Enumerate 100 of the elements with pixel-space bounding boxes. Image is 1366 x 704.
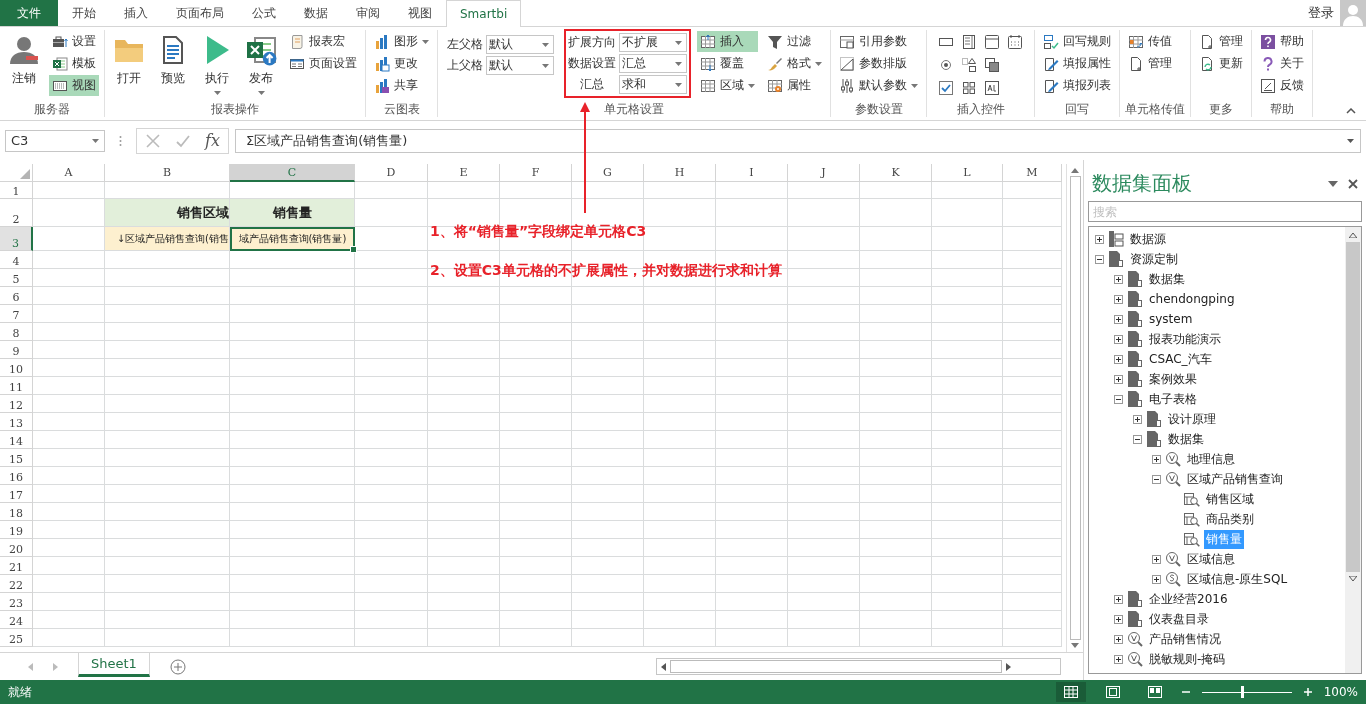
grid-cell[interactable] xyxy=(644,503,716,521)
grid-cell[interactable] xyxy=(428,431,500,449)
tree-item[interactable]: 资源定制 xyxy=(1128,249,1180,269)
grid-cell[interactable] xyxy=(355,449,428,467)
grid-cell[interactable] xyxy=(428,449,500,467)
grid-cell[interactable] xyxy=(230,395,355,413)
grid-cell[interactable] xyxy=(33,467,105,485)
ribbon-button[interactable]: 设置 xyxy=(49,31,99,52)
grid-cell[interactable] xyxy=(716,485,788,503)
grid-cell[interactable] xyxy=(572,539,644,557)
grid-cell[interactable] xyxy=(105,431,230,449)
grid-cell[interactable] xyxy=(932,575,1003,593)
grid-cell[interactable] xyxy=(105,503,230,521)
ribbon-button[interactable]: 引用参数 xyxy=(836,31,921,52)
grid-cell[interactable] xyxy=(428,503,500,521)
grid-cell[interactable] xyxy=(1003,503,1062,521)
grid-cell[interactable] xyxy=(788,629,860,647)
grid-cell[interactable] xyxy=(230,413,355,431)
ribbon-button[interactable]: 默认参数 xyxy=(836,75,921,96)
grid-cell[interactable] xyxy=(932,199,1003,227)
up-arrow-icon[interactable] xyxy=(1071,168,1079,173)
grid-cell[interactable] xyxy=(230,431,355,449)
grid-cell[interactable] xyxy=(105,395,230,413)
expander-icon[interactable] xyxy=(1133,434,1142,444)
grid-cell[interactable] xyxy=(355,539,428,557)
grid-cell[interactable] xyxy=(500,395,572,413)
tree-item[interactable]: 设计原理 xyxy=(1166,409,1218,429)
formula-field[interactable]: Σ区域产品销售查询(销售量) xyxy=(234,128,1361,153)
expander-icon[interactable] xyxy=(1152,454,1161,464)
row-header[interactable]: 13 xyxy=(0,413,33,431)
grid-cell[interactable] xyxy=(716,227,788,251)
grid-cell[interactable] xyxy=(860,359,932,377)
grid-cell[interactable] xyxy=(644,341,716,359)
grid-cell[interactable] xyxy=(572,341,644,359)
tree-item[interactable]: CSAC_汽车 xyxy=(1147,349,1214,369)
grid-cell[interactable] xyxy=(105,251,230,269)
grid-cell[interactable] xyxy=(860,323,932,341)
grid-cell[interactable] xyxy=(932,227,1003,251)
grid-cell[interactable] xyxy=(1003,557,1062,575)
ribbon-button[interactable]: 更新 xyxy=(1196,53,1246,74)
column-header[interactable]: E xyxy=(428,164,500,182)
ribbon-tab[interactable]: 审阅 xyxy=(342,0,394,26)
grid-cell[interactable] xyxy=(355,251,428,269)
grid-cell[interactable] xyxy=(1003,485,1062,503)
cancel-icon[interactable] xyxy=(145,132,161,149)
row-header[interactable]: 12 xyxy=(0,395,33,413)
expander-icon[interactable] xyxy=(1152,554,1161,564)
tree-item[interactable]: 电子表格 xyxy=(1147,389,1199,409)
grid-cell[interactable] xyxy=(500,629,572,647)
grid-cell[interactable] xyxy=(716,377,788,395)
dropdown-arrow-icon[interactable] xyxy=(1328,178,1338,189)
grid-cell[interactable] xyxy=(788,467,860,485)
expander-icon[interactable] xyxy=(1152,474,1161,484)
grid-cell[interactable] xyxy=(428,305,500,323)
grid-cell[interactable] xyxy=(230,557,355,575)
grid-cell[interactable] xyxy=(716,287,788,305)
column-header[interactable]: M xyxy=(1003,164,1062,182)
grid-cell[interactable] xyxy=(788,323,860,341)
grid-cell[interactable] xyxy=(932,521,1003,539)
grid-cell[interactable] xyxy=(788,539,860,557)
row-header[interactable]: 24 xyxy=(0,611,33,629)
row-header[interactable]: 8 xyxy=(0,323,33,341)
ribbon-tab[interactable]: 文件 xyxy=(0,0,58,26)
expander-icon[interactable] xyxy=(1114,314,1123,324)
tree-item[interactable]: 商品类别 xyxy=(1204,509,1256,529)
row-header[interactable]: 20 xyxy=(0,539,33,557)
row-header[interactable]: 9 xyxy=(0,341,33,359)
grid-cell[interactable] xyxy=(860,182,932,199)
grid-cell[interactable] xyxy=(355,593,428,611)
grid-cell[interactable] xyxy=(860,305,932,323)
row-header[interactable]: 19 xyxy=(0,521,33,539)
grid-cell[interactable] xyxy=(788,359,860,377)
grid-cell[interactable] xyxy=(788,485,860,503)
grid-cell[interactable] xyxy=(33,503,105,521)
column-header[interactable]: H xyxy=(644,164,716,182)
grid-cell[interactable] xyxy=(644,305,716,323)
select-all-corner[interactable] xyxy=(0,164,33,182)
expander-icon[interactable] xyxy=(1114,374,1123,384)
grid-cell[interactable] xyxy=(860,341,932,359)
grid-cell[interactable] xyxy=(230,593,355,611)
grid-cell[interactable] xyxy=(860,377,932,395)
grid-cell[interactable] xyxy=(572,485,644,503)
grid-cell[interactable] xyxy=(644,485,716,503)
grid-cell[interactable] xyxy=(932,485,1003,503)
grid-cell[interactable] xyxy=(428,629,500,647)
grid-cell[interactable] xyxy=(355,395,428,413)
grid-cell[interactable] xyxy=(105,485,230,503)
grid-cell[interactable] xyxy=(1003,575,1062,593)
tree-item[interactable]: 区域产品销售查询 xyxy=(1185,469,1285,489)
grid-cell[interactable] xyxy=(500,611,572,629)
grid-cell[interactable] xyxy=(644,199,716,227)
grid-cell[interactable] xyxy=(932,323,1003,341)
grid-cell[interactable] xyxy=(230,377,355,395)
expander-icon[interactable] xyxy=(1114,614,1123,624)
four-squares-icon[interactable] xyxy=(961,80,977,96)
vertical-scrollbar[interactable] xyxy=(1066,164,1083,652)
tree-item[interactable]: 区域信息-原生SQL xyxy=(1185,569,1290,589)
grid-cell[interactable] xyxy=(230,269,355,287)
grid-cell[interactable] xyxy=(500,431,572,449)
grid-cell[interactable] xyxy=(860,575,932,593)
